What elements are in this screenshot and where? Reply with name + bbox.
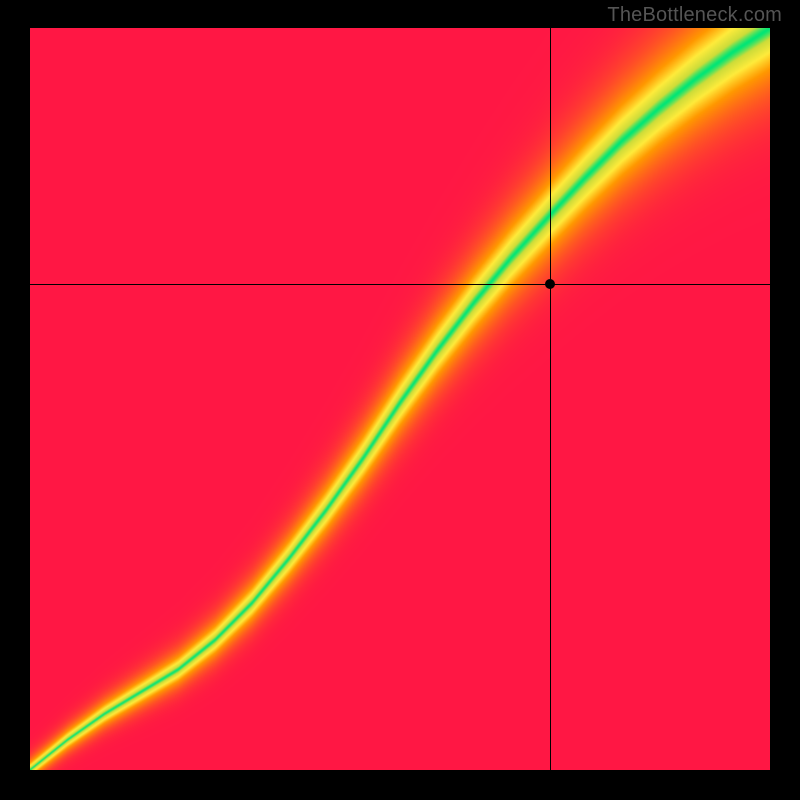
crosshair-horizontal (30, 284, 770, 285)
crosshair-vertical (550, 28, 551, 770)
heatmap-canvas (30, 28, 770, 770)
crosshair-marker (545, 279, 555, 289)
watermark-text: TheBottleneck.com (607, 4, 782, 27)
heatmap-plot (30, 28, 770, 770)
